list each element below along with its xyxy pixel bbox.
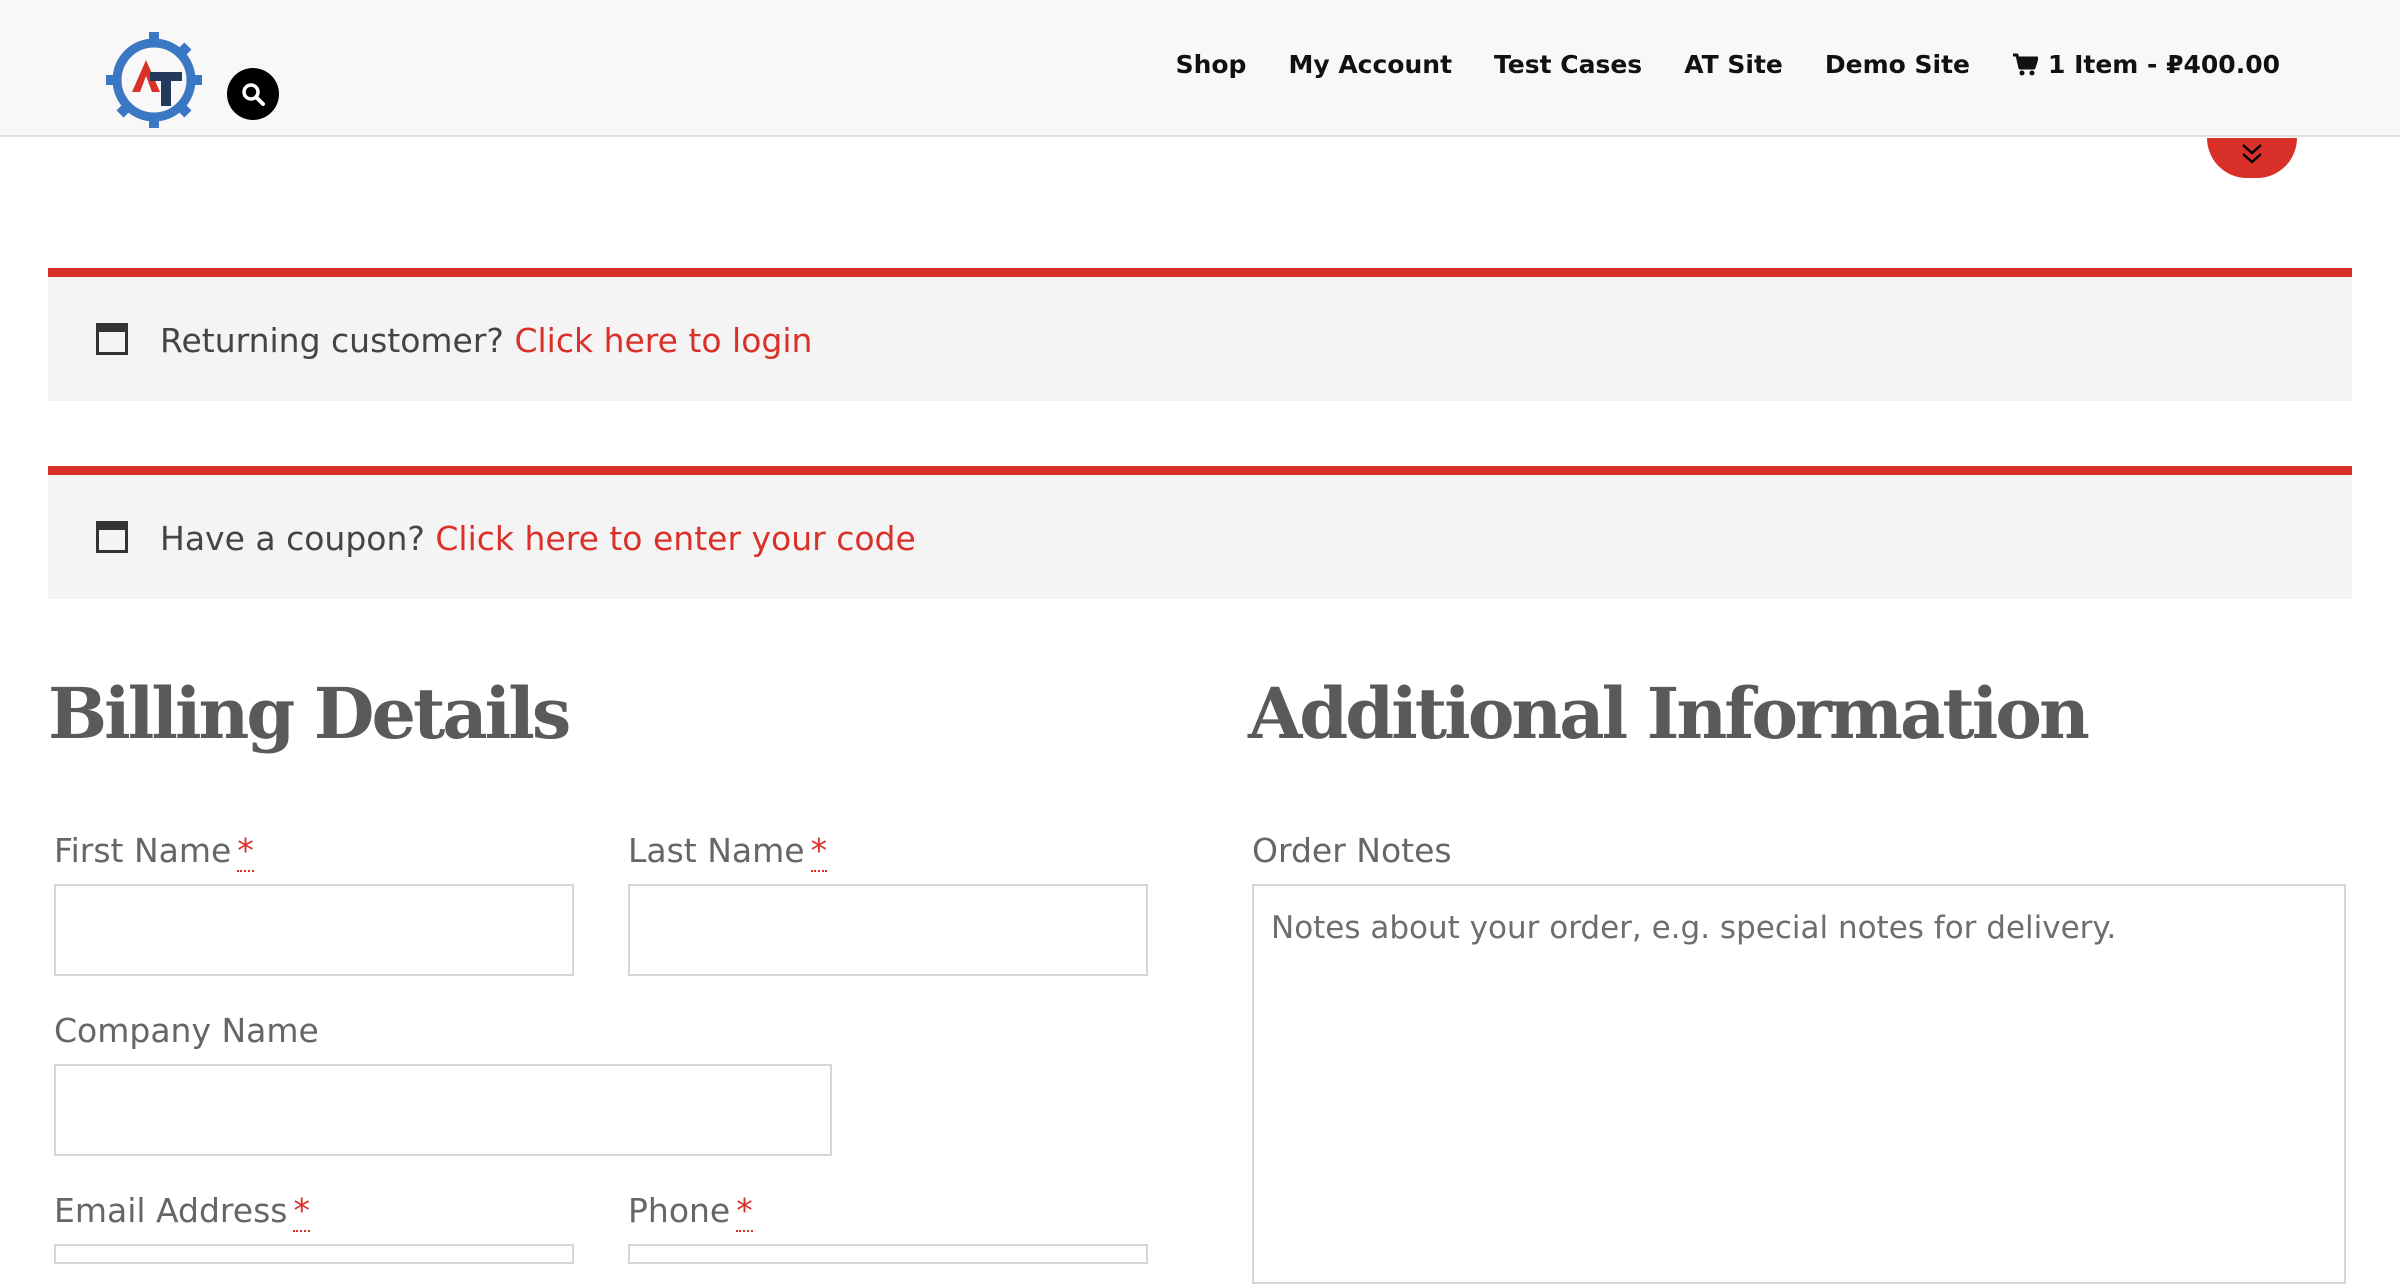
- coupon-notice-text: Have a coupon? Click here to enter your …: [160, 519, 916, 558]
- last-name-label-text: Last Name: [628, 831, 805, 870]
- cart-icon: [2012, 53, 2038, 75]
- nav-item-at-site[interactable]: AT Site: [1684, 50, 1783, 79]
- nav-item-shop[interactable]: Shop: [1176, 50, 1247, 79]
- last-name-input[interactable]: [628, 884, 1148, 976]
- phone-label: Phone *: [628, 1191, 753, 1232]
- first-name-label: First Name *: [54, 831, 254, 872]
- login-notice-text: Returning customer? Click here to login: [160, 321, 812, 360]
- company-name-input[interactable]: [54, 1064, 832, 1156]
- search-icon: [242, 83, 265, 106]
- company-name-label: Company Name: [54, 1011, 319, 1050]
- required-mark: *: [293, 1191, 310, 1232]
- order-notes-textarea[interactable]: [1252, 884, 2346, 1284]
- coupon-notice: Have a coupon? Click here to enter your …: [48, 466, 2352, 599]
- double-chevron-down-icon: [2242, 144, 2262, 164]
- scroll-toggle-button[interactable]: [2207, 138, 2297, 178]
- cart-summary: 1 Item - ₽400.00: [2047, 50, 2280, 79]
- billing-details-heading: Billing Details: [48, 672, 571, 755]
- window-icon: [96, 521, 128, 553]
- phone-input[interactable]: [628, 1244, 1148, 1264]
- email-input[interactable]: [54, 1244, 574, 1264]
- coupon-notice-message: Have a coupon?: [160, 519, 425, 558]
- site-logo[interactable]: [104, 30, 204, 130]
- additional-info-heading: Additional Information: [1248, 672, 2090, 755]
- email-label: Email Address *: [54, 1191, 310, 1232]
- first-name-input[interactable]: [54, 884, 574, 976]
- nav-item-test-cases[interactable]: Test Cases: [1494, 50, 1642, 79]
- nav-item-my-account[interactable]: My Account: [1288, 50, 1452, 79]
- required-mark: *: [736, 1191, 753, 1232]
- window-icon: [96, 323, 128, 355]
- email-label-text: Email Address: [54, 1191, 288, 1230]
- site-header: Shop My Account Test Cases AT Site Demo …: [0, 0, 2400, 137]
- phone-label-text: Phone: [628, 1191, 731, 1230]
- login-notice-message: Returning customer?: [160, 321, 504, 360]
- main-nav: Shop My Account Test Cases AT Site Demo …: [1176, 50, 2280, 79]
- required-mark: *: [810, 831, 828, 872]
- nav-item-demo-site[interactable]: Demo Site: [1825, 50, 1970, 79]
- show-login-link[interactable]: Click here to login: [514, 321, 812, 360]
- nav-item-cart[interactable]: 1 Item - ₽400.00: [2012, 50, 2280, 79]
- first-name-label-text: First Name: [54, 831, 232, 870]
- last-name-label: Last Name *: [628, 831, 828, 872]
- search-button[interactable]: [227, 68, 279, 120]
- login-notice: Returning customer? Click here to login: [48, 268, 2352, 401]
- required-mark: *: [237, 831, 254, 872]
- gear-logo-icon: [106, 32, 202, 128]
- show-coupon-link[interactable]: Click here to enter your code: [435, 519, 915, 558]
- order-notes-label: Order Notes: [1252, 831, 1452, 870]
